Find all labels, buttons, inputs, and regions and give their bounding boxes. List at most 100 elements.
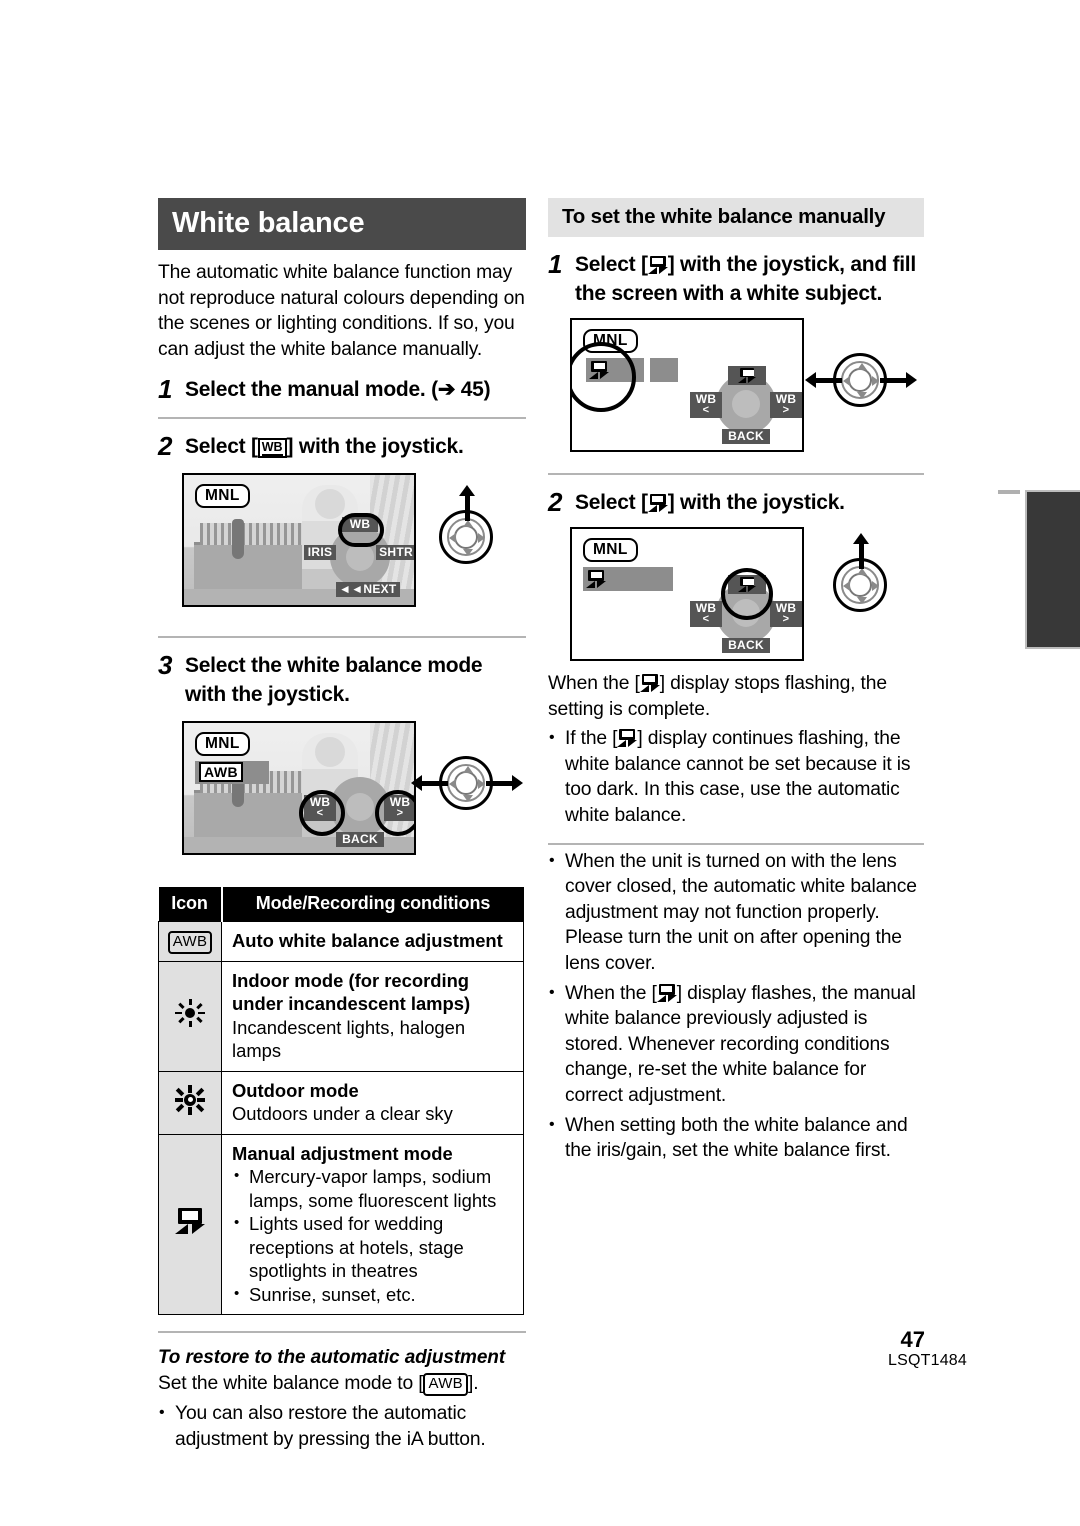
camera-screen-4: MNL WB < WB > BACK [570, 527, 804, 661]
step-3-text: Select the white balance mode with the j… [185, 654, 483, 707]
edge-rule [998, 490, 1020, 494]
divider [158, 636, 526, 639]
divider [548, 473, 924, 475]
table-row: Outdoor mode Outdoors under a clear sky [158, 1070, 524, 1135]
mnl-badge: MNL [195, 484, 250, 509]
step-1-text: Select the manual mode. (➔ 45) [185, 378, 491, 402]
joystick-key-shtr[interactable]: SHTR [376, 545, 414, 561]
manual-wb-icon [647, 256, 668, 274]
joystick-key-wb-right[interactable]: WB > [770, 601, 802, 627]
restore-line-after: ]. [467, 1373, 479, 1395]
manual-step-1-number: 1 [548, 249, 562, 279]
left-column: White balance The automatic white balanc… [158, 198, 526, 1452]
mode-desc-awb: Auto white balance adjustment [221, 921, 524, 962]
mode-icon-manual [158, 1133, 222, 1316]
step-2: 2 Select [WB] with the joystick. [158, 432, 526, 461]
step-3-number: 3 [158, 650, 172, 681]
onscreen-joystick-2: WB < WB > BACK [299, 769, 414, 848]
restore-heading: To restore to the automatic adjustment [158, 1347, 506, 1369]
onscreen-joystick-3: WB < WB > BACK [690, 366, 802, 444]
joystick-key-iris[interactable]: IRIS [304, 545, 336, 561]
mode-bullet: Lights used for wedding receptions at ho… [232, 1211, 515, 1283]
outdoor-sun-icon [175, 1084, 205, 1115]
intro-paragraph: The automatic white balance function may… [158, 262, 525, 360]
arrow-left-icon [411, 775, 448, 792]
joystick-hub [732, 390, 760, 418]
physical-joystick-leftright-icon [805, 344, 917, 418]
screen-illustration-4: MNL WB < WB > BACK [548, 527, 924, 667]
awb-status-badge: AWB [195, 761, 270, 785]
next-label: NEXT [363, 582, 397, 597]
step-1-number: 1 [158, 374, 172, 405]
manual-step-1-text: Select [] with the joystick, and fill th… [575, 250, 924, 308]
wb-right-sub: > [782, 613, 790, 625]
table-row: AWB Auto white balance adjustment [158, 921, 524, 962]
document-id: LSQT1484 [888, 1352, 967, 1369]
mnl-badge: MNL [583, 538, 638, 562]
right-column: To set the white balance manually 1 Sele… [548, 198, 924, 1164]
wb-status-seg-blank [650, 358, 678, 382]
joystick-key-next[interactable]: ◄◄NEXT [336, 582, 400, 598]
table-header-row: Icon Mode/Recording conditions [158, 887, 524, 922]
awb-icon: AWB [167, 930, 213, 954]
note-bullet-iris-gain: When setting both the white balance and … [548, 1111, 924, 1164]
camera-screen-2: MNL AWB WB < WB > BACK [182, 721, 416, 856]
section-title: White balance [158, 198, 526, 250]
mode-icon-indoor [158, 960, 222, 1072]
physical-joystick-leftright-icon [411, 747, 523, 821]
awb-status-label: AWB [199, 762, 244, 783]
manual-wb-icon [617, 729, 638, 748]
manual-wb-icon [639, 674, 660, 692]
joystick-key-back[interactable]: BACK [722, 429, 770, 444]
highlight-circle-status [572, 342, 636, 412]
manual-page: White balance The automatic white balanc… [0, 0, 1080, 1526]
manual-step-2-text: Select [] with the joystick. [575, 488, 845, 517]
step-1: 1 Select the manual mode. (➔ 45) [158, 375, 526, 404]
onscreen-joystick-4: WB < WB > BACK [690, 568, 802, 653]
joystick-key-back[interactable]: BACK [722, 638, 770, 653]
mode-desc-indoor: Indoor mode (for recording under incande… [221, 960, 524, 1072]
note-before: When the [ [565, 982, 657, 1004]
camera-screen-1: MNL WB IRIS SHTR ◄◄NEXT [182, 473, 416, 608]
table-row: Manual adjustment mode Mercury-vapor lam… [158, 1133, 524, 1316]
joystick-key-wb-left[interactable]: WB < [690, 392, 722, 418]
mode-title: Outdoor mode [232, 1079, 359, 1101]
manual-wb-icon [647, 494, 668, 512]
wb-left-sub: < [702, 404, 710, 416]
restore-line: Set the white balance mode to [AWB]. [158, 1371, 526, 1397]
note-complete: When the [] display stops flashing, the … [548, 671, 924, 722]
selection-ring [338, 513, 384, 548]
mode-sub: Incandescent lights, halogen lamps [232, 1016, 466, 1062]
arrow-right-icon [486, 775, 523, 792]
arrow-left-icon [805, 372, 842, 388]
mode-bullet: Mercury-vapor lamps, sodium lamps, some … [232, 1164, 515, 1212]
mode-icon-outdoor [158, 1070, 222, 1135]
step-2-text-before: Select [ [185, 435, 258, 459]
step-2-number: 2 [158, 431, 172, 462]
manual-wb-icon [656, 983, 677, 1002]
note-bullet-stored: When the [] display flashes, the manual … [548, 980, 924, 1109]
arrow-up-icon [853, 533, 869, 569]
step-text-after: ] with the joystick. [667, 491, 845, 514]
mode-title: Auto white balance adjustment [232, 930, 503, 952]
step-2-text-after: ] with the joystick. [286, 435, 464, 459]
manual-step-2: 2 Select [] with the joystick. [548, 488, 924, 517]
joystick-key-wb-right[interactable]: WB > [770, 392, 802, 418]
divider [548, 842, 924, 845]
table-header-icon: Icon [158, 887, 223, 922]
page-number: 47 [900, 1327, 925, 1352]
next-prefix: ◄◄ [339, 582, 364, 597]
mode-desc-outdoor: Outdoor mode Outdoors under a clear sky [221, 1070, 524, 1135]
divider [158, 1331, 526, 1334]
camera-screen-3: MNL WB < WB > BACK [570, 318, 804, 452]
restore-bullet: You can also restore the automatic adjus… [158, 1400, 526, 1452]
mode-sub: Outdoors under a clear sky [232, 1103, 453, 1125]
physical-joystick-up-icon [430, 485, 504, 575]
screen-illustration-3: MNL WB < WB > BACK [548, 318, 924, 460]
joystick-key-wb-left[interactable]: WB < [690, 601, 722, 627]
edge-thumb-tab [1025, 490, 1080, 649]
joystick-key-back[interactable]: BACK [336, 832, 384, 848]
mode-desc-manual: Manual adjustment mode Mercury-vapor lam… [221, 1133, 524, 1316]
mode-title: Indoor mode (for recording under incande… [232, 969, 471, 1015]
joystick-key-manual-wb[interactable] [728, 366, 766, 385]
